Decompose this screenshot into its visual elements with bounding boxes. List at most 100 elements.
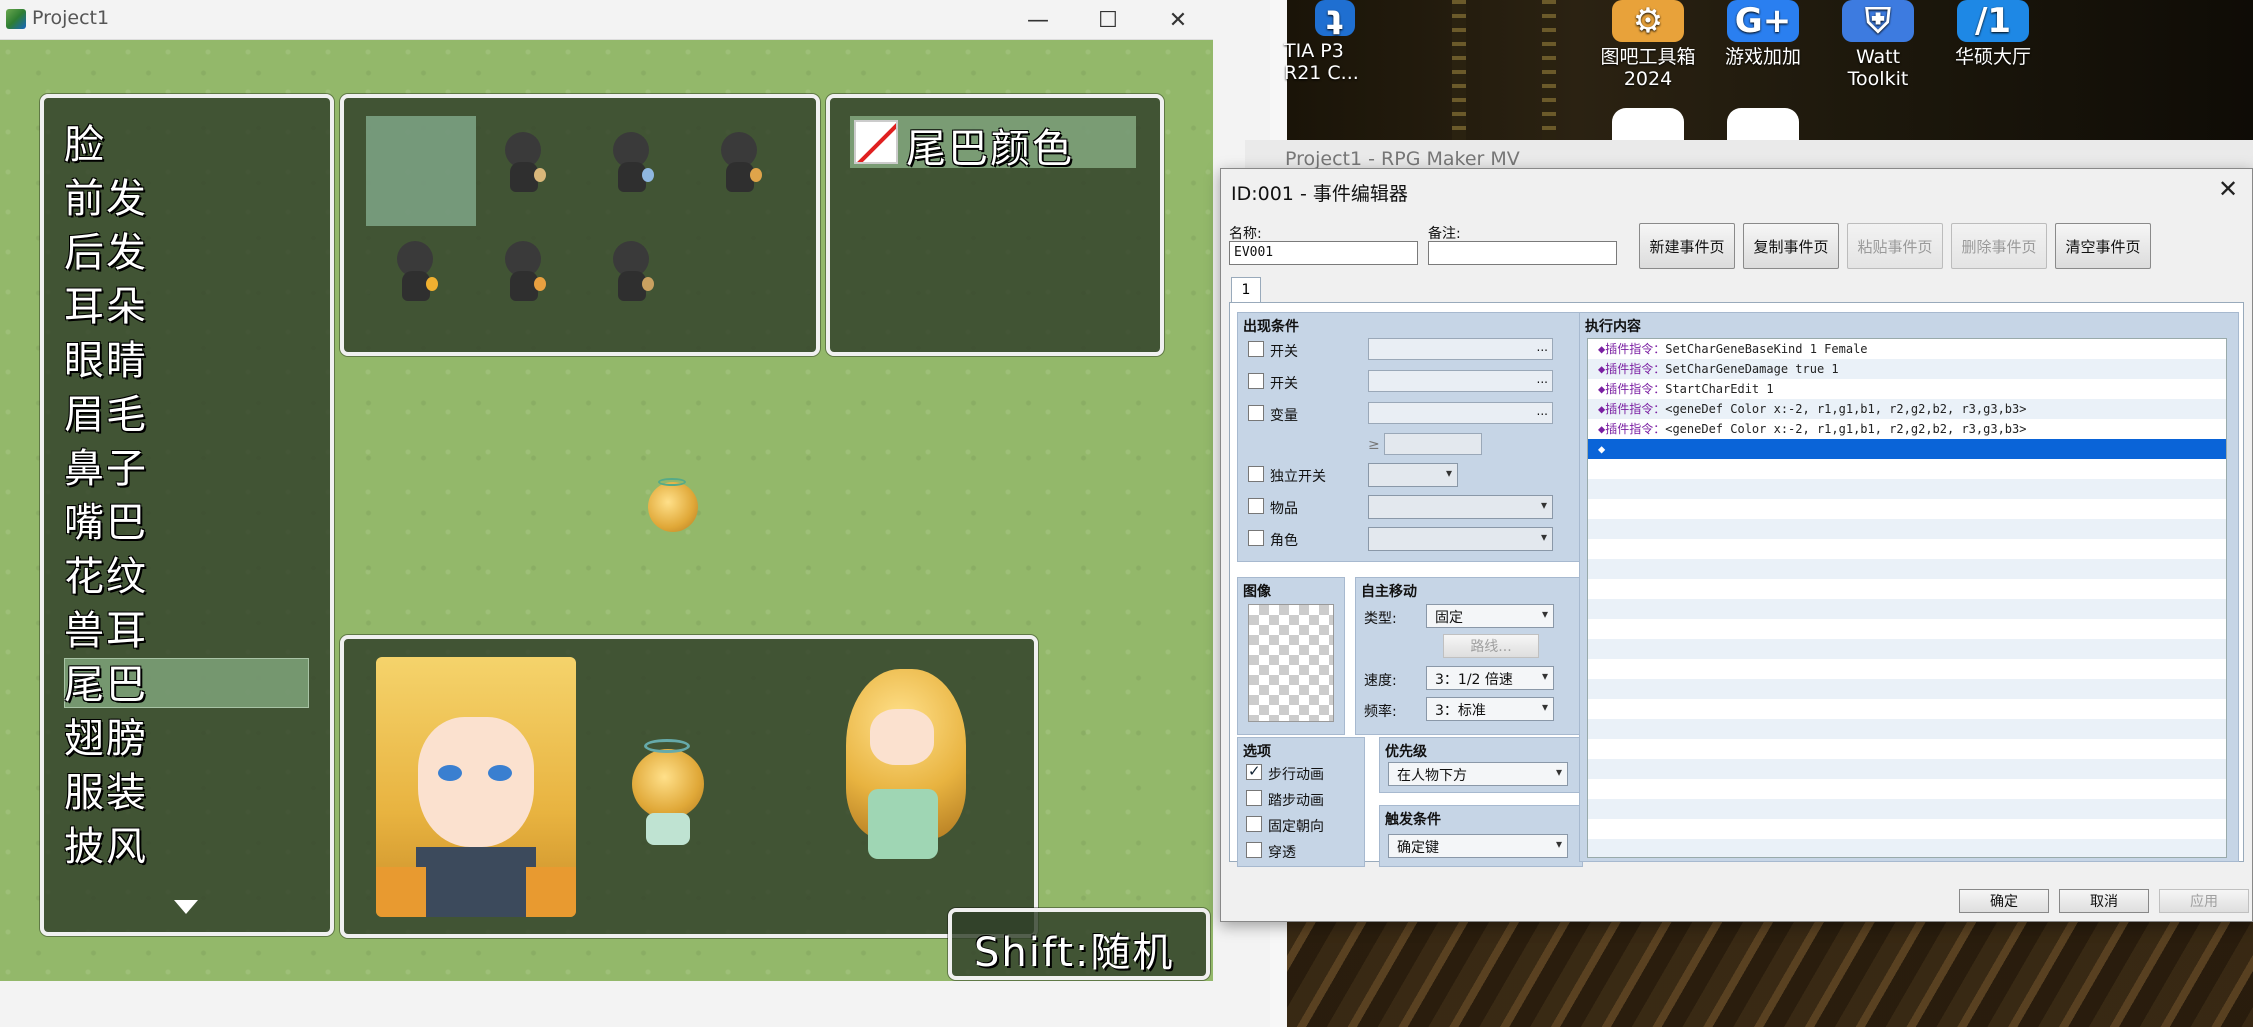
list-stripe: [1588, 839, 2226, 857]
variable-checkbox[interactable]: [1248, 405, 1264, 421]
part-menu-item[interactable]: 鼻子: [64, 436, 284, 494]
switch2-checkbox[interactable]: [1248, 373, 1264, 389]
clear-page-button[interactable]: 清空事件页: [2055, 223, 2151, 269]
tail-option-1[interactable]: [500, 132, 546, 194]
walking-anim-checkbox[interactable]: [1246, 762, 1262, 780]
item-checkbox[interactable]: [1248, 498, 1264, 514]
route-button[interactable]: 路线...: [1443, 634, 1539, 658]
ge-label: ≥: [1368, 437, 1380, 453]
desktop-icon-youxijiajia[interactable]: G+ 游戏加加: [1708, 0, 1818, 68]
type-label: 类型:: [1364, 611, 1397, 627]
part-menu-item[interactable]: 脸: [64, 112, 284, 170]
desktop-icon-tia[interactable]: ʇ TIA P3 R21 C...: [1280, 0, 1390, 84]
character-face-portrait: [376, 657, 576, 917]
variable-value-spinner[interactable]: [1384, 433, 1482, 455]
list-stripe: [1588, 559, 2226, 579]
part-option-window: [340, 94, 820, 356]
tab-page-1[interactable]: 1: [1231, 277, 1261, 303]
cancel-button[interactable]: 取消: [2059, 889, 2149, 913]
movement-type-select[interactable]: 固定: [1426, 604, 1554, 628]
command-row[interactable]: ◆插件指令：<geneDef Color x:-2, r1,g1,b1, r2,…: [1588, 399, 2226, 419]
part-menu-item[interactable]: 服装: [64, 760, 284, 818]
part-menu-item[interactable]: 嘴巴: [64, 490, 284, 548]
self-switch-label: 独立开关: [1270, 469, 1326, 485]
image-group: 图像: [1237, 577, 1345, 735]
tail-option-2[interactable]: [608, 132, 654, 194]
shift-hint-window: Shift:随机: [948, 908, 1210, 980]
stepping-anim-label: 踏步动画: [1268, 793, 1324, 809]
self-switch-combo[interactable]: [1368, 463, 1458, 487]
movement-speed-select[interactable]: 3：1/2 倍速: [1426, 666, 1554, 690]
command-row[interactable]: ◆插件指令：StartCharEdit 1: [1588, 379, 2226, 399]
tail-option-5[interactable]: [500, 241, 546, 303]
paste-page-button[interactable]: 粘贴事件页: [1847, 223, 1943, 269]
part-menu-item[interactable]: 尾巴: [64, 652, 284, 710]
tail-option-4[interactable]: [392, 241, 438, 303]
name-input[interactable]: EV001: [1229, 241, 1418, 265]
plugin-command-prefix: ◆插件指令：: [1598, 342, 1666, 356]
list-stripe: [1588, 679, 2226, 699]
command-row[interactable]: ◆插件指令：SetCharGeneDamage true 1: [1588, 359, 2226, 379]
note-input[interactable]: [1428, 241, 1617, 265]
list-stripe: [1588, 799, 2226, 819]
desktop-icon-watt-toolkit[interactable]: ⛨ Watt Toolkit: [1823, 0, 1933, 90]
movement-frequency-select[interactable]: 3：标准: [1426, 697, 1554, 721]
maximize-button[interactable]: ☐: [1073, 0, 1143, 40]
tail-option-6[interactable]: [608, 241, 654, 303]
plugin-command-prefix: ◆插件指令：: [1598, 422, 1666, 436]
delete-page-button[interactable]: 删除事件页: [1951, 223, 2047, 269]
options-group: 选项 步行动画 踏步动画 固定朝向 穿透: [1237, 737, 1365, 867]
variable-field[interactable]: [1368, 402, 1553, 424]
desktop-icon-tuba[interactable]: ⚙ 图吧工具箱 2024: [1593, 0, 1703, 90]
part-menu-item[interactable]: 后发: [64, 220, 284, 278]
actor-label: 角色: [1270, 533, 1298, 549]
close-icon[interactable]: ✕: [2210, 173, 2246, 205]
self-switch-checkbox[interactable]: [1248, 466, 1264, 482]
through-label: 穿透: [1268, 845, 1296, 861]
switch1-checkbox[interactable]: [1248, 341, 1264, 357]
stepping-anim-checkbox[interactable]: [1246, 790, 1262, 806]
copy-page-button[interactable]: 复制事件页: [1743, 223, 1839, 269]
ok-button[interactable]: 确定: [1959, 889, 2049, 913]
desktop-icon-label: 华硕大厅: [1954, 46, 2031, 68]
options-title: 选项: [1243, 744, 1271, 760]
command-row[interactable]: ◆插件指令：SetCharGeneBaseKind 1 Female: [1588, 339, 2226, 359]
apply-button[interactable]: 应用: [2159, 889, 2249, 913]
tia-icon: ʇ: [1315, 0, 1355, 36]
new-page-button[interactable]: 新建事件页: [1639, 223, 1735, 269]
part-menu-item[interactable]: 花纹: [64, 544, 284, 602]
part-menu-item[interactable]: 兽耳: [64, 598, 284, 656]
part-menu-item[interactable]: 前发: [64, 166, 284, 224]
game-window[interactable]: Project1 — ☐ ✕ 脸前发 后发 耳朵 眼睛 眉毛 鼻子 嘴巴 花纹 兽耳 尾巴 翅膀 服装…: [0, 0, 1213, 981]
switch1-field[interactable]: [1368, 338, 1553, 360]
desktop-icon-asus[interactable]: /1 华硕大厅: [1938, 0, 2048, 68]
scroll-down-arrow-icon[interactable]: [174, 900, 198, 914]
trigger-select[interactable]: 确定键: [1388, 834, 1568, 858]
part-menu-item[interactable]: 翅膀: [64, 706, 284, 764]
close-button[interactable]: ✕: [1143, 0, 1213, 40]
event-command-list[interactable]: ◆插件指令：SetCharGeneBaseKind 1 Female ◆插件指令：…: [1587, 338, 2227, 858]
part-menu-item[interactable]: 眼睛: [64, 328, 284, 386]
through-checkbox[interactable]: [1246, 842, 1262, 858]
item-combo[interactable]: [1368, 495, 1553, 519]
item-label: 物品: [1270, 501, 1298, 517]
switch2-field[interactable]: [1368, 370, 1553, 392]
game-titlebar[interactable]: Project1 — ☐ ✕: [0, 0, 1213, 40]
event-image-preview[interactable]: [1248, 604, 1334, 722]
command-row[interactable]: ◆插件指令：<geneDef Color x:-2, r1,g1,b1, r2,…: [1588, 419, 2226, 439]
color-option-row[interactable]: 尾巴颜色: [850, 116, 1136, 172]
game-canvas[interactable]: 脸前发 后发 耳朵 眼睛 眉毛 鼻子 嘴巴 花纹 兽耳 尾巴 翅膀 服装 披风 尾巴颜色: [0, 40, 1213, 981]
conditions-group: 出现条件 开关 开关 变量 ≥ 独立开关 物品 角色: [1237, 312, 1583, 562]
asus-icon: /1: [1957, 0, 2029, 42]
part-menu-item[interactable]: 披风: [64, 814, 284, 872]
actor-checkbox[interactable]: [1248, 530, 1264, 546]
actor-combo[interactable]: [1368, 527, 1553, 551]
option-cursor: [366, 116, 476, 226]
direction-fix-checkbox[interactable]: [1246, 816, 1262, 832]
selected-empty-command-row[interactable]: ◆: [1588, 439, 2226, 459]
priority-select[interactable]: 在人物下方: [1388, 762, 1568, 786]
tail-option-3[interactable]: [716, 132, 762, 194]
part-menu-item[interactable]: 眉毛: [64, 382, 284, 440]
minimize-button[interactable]: —: [1003, 0, 1073, 40]
part-menu-item[interactable]: 耳朵: [64, 274, 284, 332]
